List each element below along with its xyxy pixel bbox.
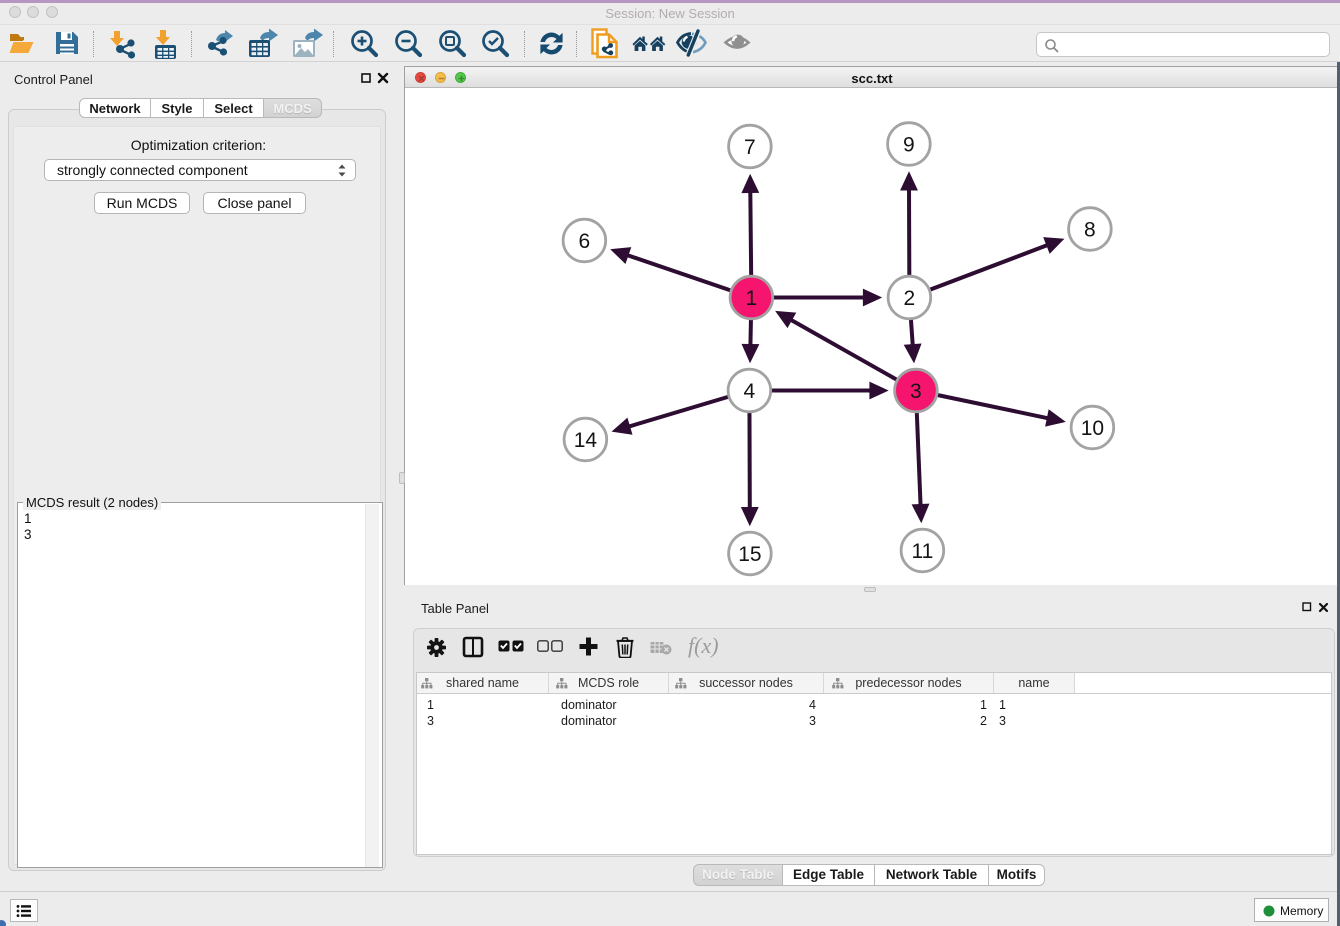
svg-text:10: 10 (1081, 417, 1104, 440)
svg-text:7: 7 (744, 136, 756, 159)
svg-text:6: 6 (579, 230, 591, 253)
svg-text:9: 9 (903, 134, 915, 157)
svg-text:11: 11 (911, 540, 933, 563)
svg-text:3: 3 (910, 380, 922, 403)
svg-text:2: 2 (904, 287, 916, 310)
svg-text:4: 4 (744, 380, 756, 403)
svg-text:15: 15 (738, 543, 761, 566)
svg-text:8: 8 (1084, 219, 1096, 242)
svg-text:14: 14 (574, 429, 598, 452)
svg-text:1: 1 (746, 287, 758, 310)
